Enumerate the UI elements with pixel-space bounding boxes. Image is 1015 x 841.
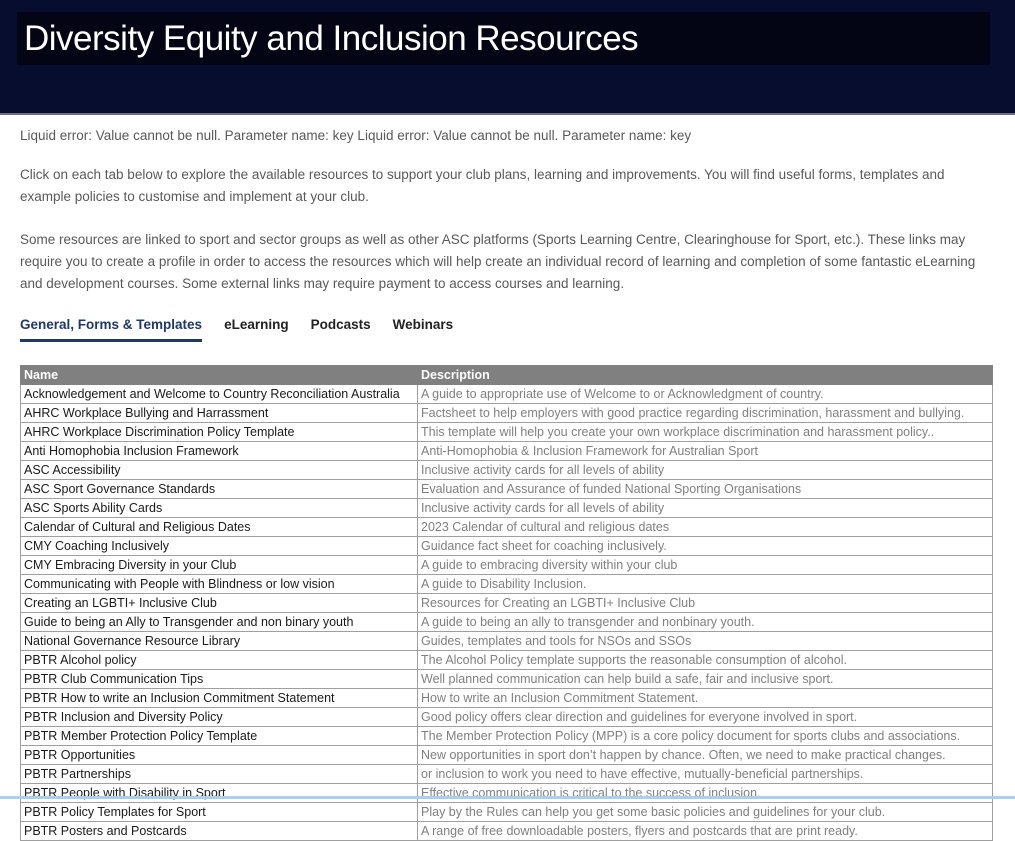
tab-podcasts[interactable]: Podcasts (311, 317, 371, 342)
resource-description-cell: The Alcohol Policy template supports the… (418, 651, 993, 670)
page-title: Diversity Equity and Inclusion Resources (24, 19, 638, 59)
table-row: CMY Embracing Diversity in your ClubA gu… (21, 556, 993, 575)
resource-name-cell[interactable]: Acknowledgement and Welcome to Country R… (21, 385, 418, 404)
table-row: National Governance Resource LibraryGuid… (21, 632, 993, 651)
table-row: Anti Homophobia Inclusion FrameworkAnti-… (21, 442, 993, 461)
resource-description-cell: Effective communication is critical to t… (418, 784, 993, 803)
resource-name-cell[interactable]: AHRC Workplace Discrimination Policy Tem… (21, 423, 418, 442)
table-row: PBTR Posters and PostcardsA range of fre… (21, 822, 993, 841)
resource-name-cell[interactable]: ASC Sports Ability Cards (21, 499, 418, 518)
resource-description-cell: A guide to embracing diversity within yo… (418, 556, 993, 575)
table-row: Calendar of Cultural and Religious Dates… (21, 518, 993, 537)
resource-description-cell: Guidance fact sheet for coaching inclusi… (418, 537, 993, 556)
tab-bar: General, Forms & Templates eLearning Pod… (20, 317, 993, 342)
column-header-description: Description (418, 366, 993, 385)
resource-name-cell[interactable]: AHRC Workplace Bullying and Harrassment (21, 404, 418, 423)
resource-name-cell[interactable]: Calendar of Cultural and Religious Dates (21, 518, 418, 537)
resource-description-cell: Well planned communication can help buil… (418, 670, 993, 689)
page-title-box: Diversity Equity and Inclusion Resources (17, 12, 990, 65)
resource-description-cell: Inclusive activity cards for all levels … (418, 499, 993, 518)
table-row: PBTR How to write an Inclusion Commitmen… (21, 689, 993, 708)
resource-name-cell[interactable]: CMY Coaching Inclusively (21, 537, 418, 556)
table-row: Acknowledgement and Welcome to Country R… (21, 385, 993, 404)
resource-name-cell[interactable]: PBTR Partnerships (21, 765, 418, 784)
resource-description-cell: This template will help you create your … (418, 423, 993, 442)
resource-description-cell: New opportunities in sport don’t happen … (418, 746, 993, 765)
resource-name-cell[interactable]: PBTR People with Disability in Sport (21, 784, 418, 803)
page-header: Diversity Equity and Inclusion Resources (0, 0, 1015, 115)
resource-description-cell: Factsheet to help employers with good pr… (418, 404, 993, 423)
resource-name-cell[interactable]: Guide to being an Ally to Transgender an… (21, 613, 418, 632)
resource-description-cell: Resources for Creating an LGBTI+ Inclusi… (418, 594, 993, 613)
resource-name-cell[interactable]: PBTR Policy Templates for Sport (21, 803, 418, 822)
resource-description-cell: Guides, templates and tools for NSOs and… (418, 632, 993, 651)
resources-table-body: Acknowledgement and Welcome to Country R… (21, 385, 993, 841)
table-row: PBTR Inclusion and Diversity PolicyGood … (21, 708, 993, 727)
resource-name-cell[interactable]: ASC Sport Governance Standards (21, 480, 418, 499)
resource-name-cell[interactable]: PBTR Posters and Postcards (21, 822, 418, 841)
resource-name-cell[interactable]: PBTR Opportunities (21, 746, 418, 765)
table-row: PBTR Club Communication TipsWell planned… (21, 670, 993, 689)
table-row: PBTR People with Disability in SportEffe… (21, 784, 993, 803)
resource-description-cell: Good policy offers clear direction and g… (418, 708, 993, 727)
table-row: Creating an LGBTI+ Inclusive ClubResourc… (21, 594, 993, 613)
table-row: PBTR Partnershipsor inclusion to work yo… (21, 765, 993, 784)
table-header-row: Name Description (21, 366, 993, 385)
resource-description-cell: Play by the Rules can help you get some … (418, 803, 993, 822)
table-row: ASC Sports Ability CardsInclusive activi… (21, 499, 993, 518)
liquid-error-text: Liquid error: Value cannot be null. Para… (20, 128, 993, 143)
table-row: ASC Sport Governance StandardsEvaluation… (21, 480, 993, 499)
resources-table: Name Description Acknowledgement and Wel… (20, 365, 993, 841)
intro-paragraph-2: Some resources are linked to sport and s… (20, 229, 992, 295)
table-row: Communicating with People with Blindness… (21, 575, 993, 594)
resource-description-cell: Inclusive activity cards for all levels … (418, 461, 993, 480)
column-header-name: Name (21, 366, 418, 385)
resource-name-cell[interactable]: Creating an LGBTI+ Inclusive Club (21, 594, 418, 613)
resource-name-cell[interactable]: Anti Homophobia Inclusion Framework (21, 442, 418, 461)
table-row: ASC AccessibilityInclusive activity card… (21, 461, 993, 480)
tab-general-forms-templates[interactable]: General, Forms & Templates (20, 317, 202, 342)
main-content: Liquid error: Value cannot be null. Para… (0, 128, 1015, 841)
table-row: PBTR Member Protection Policy TemplateTh… (21, 727, 993, 746)
resource-description-cell: Evaluation and Assurance of funded Natio… (418, 480, 993, 499)
resource-name-cell[interactable]: PBTR How to write an Inclusion Commitmen… (21, 689, 418, 708)
resource-name-cell[interactable]: PBTR Member Protection Policy Template (21, 727, 418, 746)
intro-paragraph-1: Click on each tab below to explore the a… (20, 164, 992, 208)
resource-description-cell: A guide to Disability Inclusion. (418, 575, 993, 594)
table-row: AHRC Workplace Bullying and HarrassmentF… (21, 404, 993, 423)
table-row: Guide to being an Ally to Transgender an… (21, 613, 993, 632)
table-row: AHRC Workplace Discrimination Policy Tem… (21, 423, 993, 442)
tab-elearning[interactable]: eLearning (224, 317, 289, 342)
resource-description-cell: 2023 Calendar of cultural and religious … (418, 518, 993, 537)
table-row: PBTR Alcohol policyThe Alcohol Policy te… (21, 651, 993, 670)
resource-description-cell: How to write an Inclusion Commitment Sta… (418, 689, 993, 708)
resource-description-cell: A guide to appropriate use of Welcome to… (418, 385, 993, 404)
resource-name-cell[interactable]: Communicating with People with Blindness… (21, 575, 418, 594)
resource-description-cell: The Member Protection Policy (MPP) is a … (418, 727, 993, 746)
resource-description-cell: A range of free downloadable posters, fl… (418, 822, 993, 841)
resource-name-cell[interactable]: PBTR Alcohol policy (21, 651, 418, 670)
resource-name-cell[interactable]: National Governance Resource Library (21, 632, 418, 651)
resource-description-cell: or inclusion to work you need to have ef… (418, 765, 993, 784)
resource-name-cell[interactable]: PBTR Club Communication Tips (21, 670, 418, 689)
resource-name-cell[interactable]: CMY Embracing Diversity in your Club (21, 556, 418, 575)
table-row: CMY Coaching InclusivelyGuidance fact sh… (21, 537, 993, 556)
resource-name-cell[interactable]: ASC Accessibility (21, 461, 418, 480)
tab-webinars[interactable]: Webinars (393, 317, 454, 342)
table-row: PBTR Policy Templates for SportPlay by t… (21, 803, 993, 822)
resource-name-cell[interactable]: PBTR Inclusion and Diversity Policy (21, 708, 418, 727)
table-row: PBTR OpportunitiesNew opportunities in s… (21, 746, 993, 765)
resource-description-cell: A guide to being an ally to transgender … (418, 613, 993, 632)
resource-description-cell: Anti-Homophobia & Inclusion Framework fo… (418, 442, 993, 461)
